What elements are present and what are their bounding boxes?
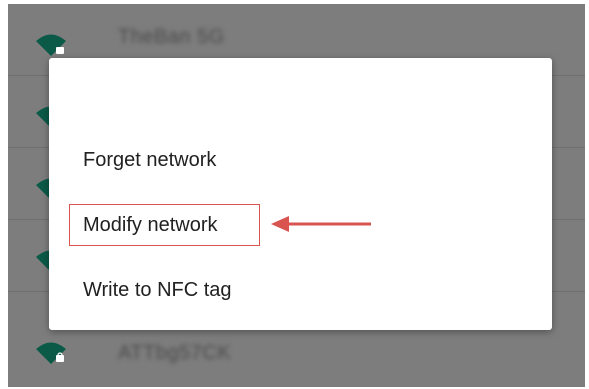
forget-network-option[interactable]: Forget network	[83, 140, 216, 180]
annotation-arrow-icon	[271, 216, 371, 232]
write-nfc-tag-label: Write to NFC tag	[83, 278, 232, 301]
wifi-network-name: TheBan 5G	[118, 26, 225, 48]
network-options-dialog: Forget network Modify network Write to N…	[49, 58, 552, 330]
modify-network-label: Modify network	[83, 213, 218, 236]
wifi-network-name: ATTbg57CK	[118, 342, 232, 364]
wifi-settings-screen: TheBan 5G ATTbg57CK Forget network Modif…	[8, 4, 585, 387]
wifi-lock-icon	[36, 34, 66, 56]
modify-network-option[interactable]: Modify network	[83, 205, 218, 245]
wifi-lock-icon	[36, 342, 66, 364]
forget-network-label: Forget network	[83, 148, 217, 171]
write-nfc-tag-option[interactable]: Write to NFC tag	[83, 270, 232, 310]
